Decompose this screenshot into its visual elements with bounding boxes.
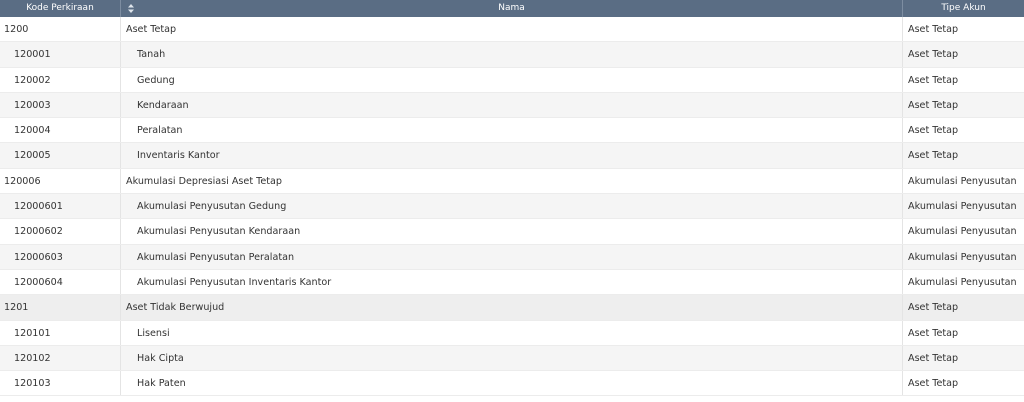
table-row[interactable]: 1201 Aset Tidak Berwujud Aset Tetap bbox=[0, 295, 1024, 321]
cell-kode: 120004 bbox=[0, 118, 121, 143]
table-row[interactable]: 120102 Hak Cipta Aset Tetap bbox=[0, 345, 1024, 372]
cell-kode: 120103 bbox=[0, 371, 121, 396]
table-row[interactable]: 12000604 Akumulasi Penyusutan Inventaris … bbox=[0, 269, 1024, 296]
table-row[interactable]: 1200 Aset Tetap Aset Tetap bbox=[0, 17, 1024, 43]
table-row[interactable]: 120101 Lisensi Aset Tetap bbox=[0, 320, 1024, 346]
table-row[interactable]: 120103 Hak Paten Aset Tetap bbox=[0, 371, 1024, 397]
cell-tipe: Aset Tetap bbox=[908, 99, 959, 111]
cell-kode: 120003 bbox=[0, 92, 121, 118]
cell-kode: 1201 bbox=[0, 295, 121, 320]
cell-nama: Akumulasi Penyusutan Kendaraan bbox=[121, 219, 903, 244]
cell-tipe: Aset Tetap bbox=[908, 352, 959, 364]
cell-tipe: Aset Tetap bbox=[908, 150, 959, 162]
cell-nama: Kendaraan bbox=[121, 92, 903, 118]
cell-tipe: Aset Tetap bbox=[908, 125, 959, 137]
cell-kode: 120002 bbox=[0, 67, 121, 92]
cell-nama: Akumulasi Penyusutan Inventaris Kantor bbox=[121, 269, 903, 295]
cell-tipe: Aset Tetap bbox=[908, 49, 959, 61]
grid-header: Kode Perkiraan Nama Tipe Akun bbox=[0, 0, 1024, 17]
column-header-kode[interactable]: Kode Perkiraan bbox=[0, 0, 121, 17]
cell-kode: 12000603 bbox=[0, 244, 121, 269]
cell-nama: Peralatan bbox=[121, 118, 903, 143]
cell-nama: Aset Tetap bbox=[121, 17, 903, 42]
cell-tipe: Akumulasi Penyusutan bbox=[908, 201, 1017, 213]
column-header-tipe-label: Tipe Akun bbox=[941, 3, 986, 13]
cell-kode: 120101 bbox=[0, 320, 121, 345]
cell-tipe: Aset Tetap bbox=[908, 327, 959, 339]
sort-icon[interactable] bbox=[128, 4, 134, 13]
cell-kode: 120006 bbox=[0, 168, 121, 194]
table-row[interactable]: 120006 Akumulasi Depresiasi Aset Tetap Aku… bbox=[0, 168, 1024, 195]
table-row[interactable]: 120003 Kendaraan Aset Tetap bbox=[0, 92, 1024, 119]
cell-nama: Inventaris Kantor bbox=[121, 143, 903, 168]
table-row[interactable]: 120005 Inventaris Kantor Aset Tetap bbox=[0, 143, 1024, 169]
table-row[interactable]: 12000601 Akumulasi Penyusutan Gedung Akumu… bbox=[0, 194, 1024, 220]
cell-kode: 12000602 bbox=[0, 219, 121, 244]
cell-nama: Hak Paten bbox=[121, 371, 903, 396]
table-row[interactable]: 120004 Peralatan Aset Tetap bbox=[0, 118, 1024, 144]
cell-tipe: Aset Tetap bbox=[908, 74, 959, 86]
table-row[interactable]: 12000603 Akumulasi Penyusutan Peralatan Ak… bbox=[0, 244, 1024, 270]
cell-nama: Akumulasi Penyusutan Gedung bbox=[121, 194, 903, 219]
cell-nama: Tanah bbox=[121, 42, 903, 67]
cell-nama: Akumulasi Penyusutan Peralatan bbox=[121, 244, 903, 269]
table-row[interactable]: 120001 Tanah Aset Tetap bbox=[0, 42, 1024, 68]
cell-kode: 1200 bbox=[0, 17, 121, 42]
cell-nama: Aset Tidak Berwujud bbox=[121, 295, 903, 320]
cell-nama: Gedung bbox=[121, 67, 903, 92]
account-grid: Kode Perkiraan Nama Tipe Akun 1200 Aset T… bbox=[0, 0, 1024, 397]
cell-kode: 12000601 bbox=[0, 194, 121, 219]
column-header-tipe[interactable]: Tipe Akun bbox=[903, 0, 1024, 17]
cell-kode: 12000604 bbox=[0, 269, 121, 295]
cell-kode: 120001 bbox=[0, 42, 121, 67]
table-row[interactable]: 12000602 Akumulasi Penyusutan Kendaraan Ak… bbox=[0, 219, 1024, 245]
cell-tipe: Akumulasi Penyusutan bbox=[908, 175, 1017, 187]
column-header-nama-label: Nama bbox=[498, 3, 525, 13]
cell-nama: Akumulasi Depresiasi Aset Tetap bbox=[121, 168, 903, 194]
cell-tipe: Aset Tetap bbox=[908, 378, 959, 390]
column-header-nama[interactable]: Nama bbox=[121, 0, 903, 17]
table-row[interactable]: 120002 Gedung Aset Tetap bbox=[0, 67, 1024, 93]
cell-tipe: Aset Tetap bbox=[908, 302, 959, 314]
cell-kode: 120005 bbox=[0, 143, 121, 168]
cell-nama: Hak Cipta bbox=[121, 345, 903, 371]
cell-tipe: Akumulasi Penyusutan bbox=[908, 251, 1017, 263]
cell-tipe: Akumulasi Penyusutan bbox=[908, 276, 1017, 288]
cell-tipe: Aset Tetap bbox=[908, 24, 959, 35]
cell-nama: Lisensi bbox=[121, 320, 903, 345]
grid-body: 1200 Aset Tetap Aset Tetap 120001 Tanah Aset … bbox=[0, 17, 1024, 397]
column-header-kode-label: Kode Perkiraan bbox=[26, 3, 94, 13]
cell-kode: 120102 bbox=[0, 345, 121, 371]
cell-tipe: Akumulasi Penyusutan bbox=[908, 226, 1017, 238]
